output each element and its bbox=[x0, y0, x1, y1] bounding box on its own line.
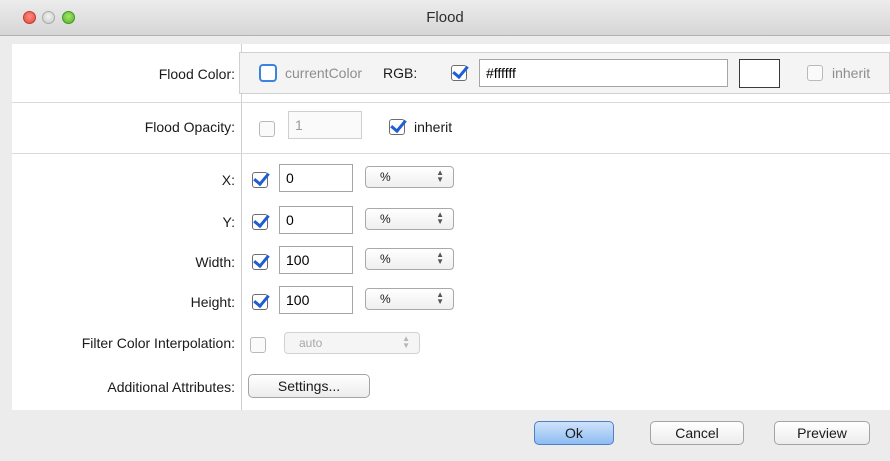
flood-opacity-checkbox[interactable] bbox=[259, 121, 275, 137]
preview-button[interactable]: Preview bbox=[774, 421, 870, 445]
color-swatch[interactable] bbox=[739, 59, 780, 88]
height-input[interactable] bbox=[279, 286, 353, 314]
additional-attributes-label: Additional Attributes: bbox=[107, 379, 235, 395]
y-input[interactable] bbox=[279, 206, 353, 234]
label-column-divider bbox=[241, 44, 242, 410]
row-divider bbox=[12, 102, 890, 103]
settings-panel: Flood Color: currentColor RGB: inherit F… bbox=[12, 44, 890, 410]
updown-arrows-icon: ▲ ▼ bbox=[436, 290, 444, 306]
current-color-checkbox[interactable] bbox=[259, 64, 277, 82]
updown-arrows-icon: ▲ ▼ bbox=[436, 250, 444, 266]
flood-opacity-inherit-label: inherit bbox=[414, 119, 453, 135]
cancel-button[interactable]: Cancel bbox=[650, 421, 744, 445]
height-checkbox[interactable] bbox=[252, 294, 268, 310]
filter-color-interpolation-select[interactable]: auto ▲ ▼ bbox=[284, 332, 420, 354]
flood-color-inherit-label: inherit bbox=[832, 65, 871, 81]
height-unit-value: % bbox=[380, 292, 391, 306]
x-unit-select[interactable]: % ▲ ▼ bbox=[365, 166, 454, 188]
current-color-label: currentColor bbox=[285, 65, 363, 81]
width-label: Width: bbox=[195, 254, 235, 270]
filter-color-interpolation-value: auto bbox=[299, 336, 323, 350]
y-unit-select[interactable]: % ▲ ▼ bbox=[365, 208, 454, 230]
width-checkbox[interactable] bbox=[252, 254, 268, 270]
x-unit-value: % bbox=[380, 170, 391, 184]
flood-opacity-input[interactable] bbox=[288, 111, 362, 139]
title-bar: Flood bbox=[0, 0, 890, 36]
rgb-checkbox[interactable] bbox=[451, 65, 467, 81]
y-label: Y: bbox=[222, 214, 235, 230]
y-unit-value: % bbox=[380, 212, 391, 226]
dialog-button-bar: Ok Cancel Preview bbox=[0, 410, 890, 461]
settings-button[interactable]: Settings... bbox=[248, 374, 370, 398]
x-input[interactable] bbox=[279, 164, 353, 192]
filter-color-interpolation-label: Filter Color Interpolation: bbox=[81, 335, 235, 351]
row-divider bbox=[12, 153, 890, 154]
flood-color-inherit-checkbox[interactable] bbox=[807, 65, 823, 81]
x-checkbox[interactable] bbox=[252, 172, 268, 188]
rgb-label: RGB: bbox=[383, 65, 418, 81]
ok-button[interactable]: Ok bbox=[534, 421, 614, 445]
rgb-hex-input[interactable] bbox=[479, 59, 728, 87]
height-label: Height: bbox=[190, 294, 235, 310]
updown-arrows-icon: ▲ ▼ bbox=[436, 168, 444, 184]
x-label: X: bbox=[221, 172, 235, 188]
height-unit-select[interactable]: % ▲ ▼ bbox=[365, 288, 454, 310]
flood-opacity-label: Flood Opacity: bbox=[144, 119, 235, 135]
width-unit-value: % bbox=[380, 252, 391, 266]
width-input[interactable] bbox=[279, 246, 353, 274]
y-checkbox[interactable] bbox=[252, 214, 268, 230]
filter-color-interpolation-checkbox[interactable] bbox=[250, 337, 266, 353]
window-title: Flood bbox=[426, 9, 464, 26]
updown-arrows-icon: ▲ ▼ bbox=[402, 334, 410, 350]
width-unit-select[interactable]: % ▲ ▼ bbox=[365, 248, 454, 270]
flood-dialog-window: Flood Flood Color: currentColor RGB: inh… bbox=[0, 0, 890, 461]
updown-arrows-icon: ▲ ▼ bbox=[436, 210, 444, 226]
flood-opacity-inherit-checkbox[interactable] bbox=[389, 119, 405, 135]
flood-color-label: Flood Color: bbox=[158, 66, 235, 82]
